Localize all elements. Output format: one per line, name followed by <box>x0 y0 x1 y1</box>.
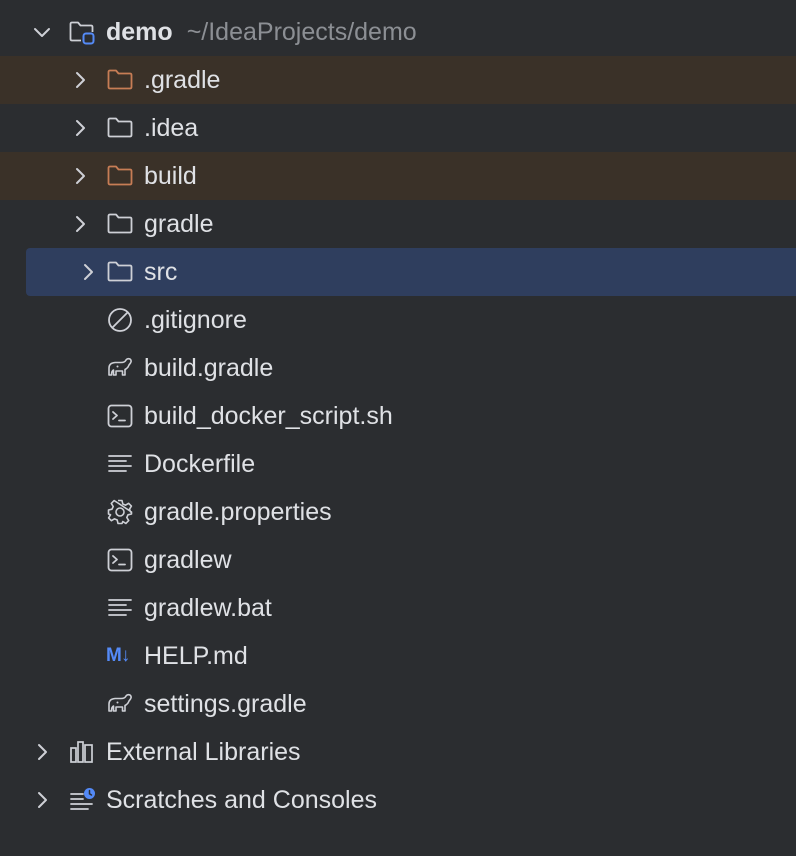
tree-item-label: build <box>144 162 197 190</box>
tree-item-label: gradlew <box>144 546 232 574</box>
gitignore-icon <box>108 308 132 332</box>
tree-item-label: build_docker_script.sh <box>144 402 393 430</box>
tree-row-gradlew[interactable]: gradlew <box>0 536 796 584</box>
gradle-elephant-icon <box>108 357 132 376</box>
tree-row-build-docker-script[interactable]: build_docker_script.sh <box>0 392 796 440</box>
tree-item-label: .gitignore <box>144 306 247 334</box>
tree-row-src-dir[interactable]: src <box>26 248 796 296</box>
shell-script-icon <box>107 548 133 572</box>
tree-item-label: HELP.md <box>144 642 248 670</box>
tree-item-label: .idea <box>144 114 199 142</box>
folder-icon <box>107 69 133 90</box>
tree-row-build-dir[interactable]: build <box>0 152 796 200</box>
tree-item-label: Dockerfile <box>144 450 256 478</box>
shell-script-icon <box>107 404 133 428</box>
tree-row-help-md[interactable]: M↓ HELP.md <box>0 632 796 680</box>
chevron-right-icon[interactable] <box>68 212 92 236</box>
chevron-right-icon[interactable] <box>68 68 92 92</box>
tree-row-scratches-and-consoles[interactable]: Scratches and Consoles <box>0 776 796 824</box>
project-tree: demo ~/IdeaProjects/demo .gradle .idea bu… <box>0 0 796 856</box>
tree-item-label: gradle.properties <box>144 498 332 526</box>
tree-item-label: gradle <box>144 210 214 238</box>
tree-row-gradlew-bat[interactable]: gradlew.bat <box>0 584 796 632</box>
folder-icon <box>107 261 133 282</box>
tree-row-project-root[interactable]: demo ~/IdeaProjects/demo <box>0 8 796 56</box>
text-file-icon <box>108 455 132 472</box>
tree-row-idea-dir[interactable]: .idea <box>0 104 796 152</box>
project-path: ~/IdeaProjects/demo <box>186 18 417 46</box>
folder-icon <box>107 213 133 234</box>
tree-row-gitignore[interactable]: .gitignore <box>0 296 796 344</box>
tree-item-label: src <box>144 258 178 286</box>
text-file-icon <box>108 599 132 616</box>
gradle-elephant-icon <box>108 693 132 712</box>
tree-item-label: gradlew.bat <box>144 594 272 622</box>
tree-item-label: External Libraries <box>106 738 301 766</box>
tree-row-gradle-properties[interactable]: gradle.properties <box>0 488 796 536</box>
tree-row-build-gradle[interactable]: build.gradle <box>0 344 796 392</box>
tree-item-label: settings.gradle <box>144 690 307 718</box>
tree-item-label: Scratches and Consoles <box>106 786 377 814</box>
gear-icon <box>107 499 133 525</box>
tree-row-dockerfile[interactable]: Dockerfile <box>0 440 796 488</box>
chevron-right-icon[interactable] <box>30 788 54 812</box>
tree-row-external-libraries[interactable]: External Libraries <box>0 728 796 776</box>
tree-row-gradle-wrapper-dir[interactable]: gradle <box>0 200 796 248</box>
scratches-icon <box>70 788 95 810</box>
tree-row-settings-gradle[interactable]: settings.gradle <box>0 680 796 728</box>
library-icon <box>70 741 93 763</box>
chevron-down-icon[interactable] <box>30 20 54 44</box>
chevron-right-icon[interactable] <box>30 740 54 764</box>
project-name: demo ~/IdeaProjects/demo <box>106 18 417 46</box>
folder-icon <box>107 117 133 138</box>
folder-icon <box>107 165 133 186</box>
project-folder-icon <box>69 21 95 45</box>
chevron-right-icon[interactable] <box>68 116 92 140</box>
chevron-right-icon[interactable] <box>76 260 100 284</box>
markdown-icon: M↓ <box>106 645 130 666</box>
chevron-right-icon[interactable] <box>68 164 92 188</box>
tree-item-label: .gradle <box>144 66 221 94</box>
tree-row-gradle-dir[interactable]: .gradle <box>0 56 796 104</box>
tree-item-label: build.gradle <box>144 354 274 382</box>
